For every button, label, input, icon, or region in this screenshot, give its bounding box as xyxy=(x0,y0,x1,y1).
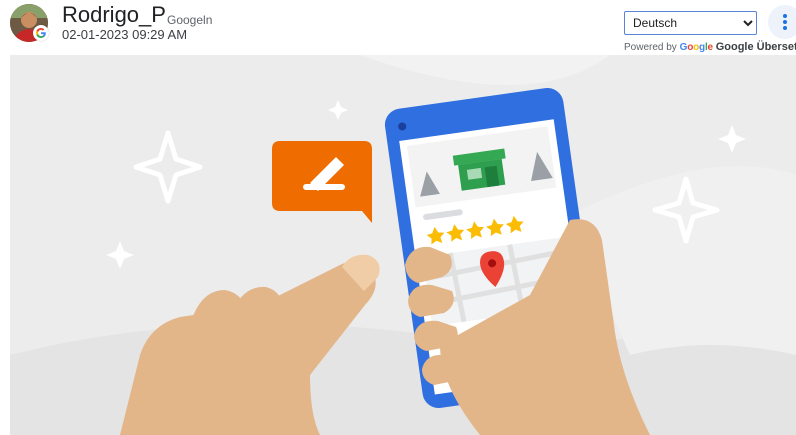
edit-bubble xyxy=(272,141,372,223)
google-translate-label: Google Übersetzer xyxy=(715,41,796,53)
powered-by-label: Powered by xyxy=(624,42,677,53)
more-options-button[interactable] xyxy=(768,5,796,39)
more-vert-icon xyxy=(783,14,787,30)
review-image[interactable] xyxy=(10,55,796,435)
language-select[interactable]: Deutsch xyxy=(624,11,757,35)
powered-by-google-translate[interactable]: Powered by Google Google Übersetzer xyxy=(624,41,796,53)
review-date: 02-01-2023 09:29 AM xyxy=(62,27,188,42)
review-header: Rodrigo_P Googeln 02-01-2023 09:29 AM De… xyxy=(0,0,796,53)
google-badge-icon xyxy=(33,25,49,41)
store-icon xyxy=(452,148,506,191)
google-wordmark: Google xyxy=(679,42,714,53)
review-author-name[interactable]: Rodrigo_P xyxy=(62,2,166,28)
review-source: Googeln xyxy=(167,13,213,27)
